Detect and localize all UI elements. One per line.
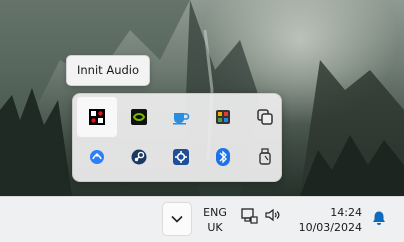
taskbar: ENG UK 14:24 10/03/2024 — [0, 196, 404, 242]
tray-tooltip: Innit Audio — [66, 55, 151, 86]
steam-icon[interactable] — [119, 137, 159, 177]
globe-network-icon[interactable] — [77, 137, 117, 177]
cup-icon[interactable] — [161, 97, 201, 137]
usb-drive-icon[interactable] — [245, 137, 285, 177]
language-code: ENG — [203, 206, 227, 219]
system-status-icons[interactable] — [240, 207, 280, 225]
notification-bell-icon[interactable] — [371, 210, 387, 230]
chevron-down-icon — [171, 215, 183, 223]
volume-icon — [265, 208, 280, 222]
nvidia-icon[interactable] — [119, 97, 159, 137]
innit-audio-icon[interactable] — [77, 97, 117, 137]
show-hidden-icons-button[interactable] — [162, 202, 192, 236]
ethernet-icon — [241, 208, 258, 224]
app-color-icon[interactable] — [203, 97, 243, 137]
multi-window-icon[interactable] — [245, 97, 285, 137]
clock-time: 14:24 — [330, 206, 362, 219]
gear-app-icon[interactable] — [161, 137, 201, 177]
clock-date: 10/03/2024 — [298, 221, 362, 234]
hidden-icons-flyout — [72, 93, 282, 182]
keyboard-layout: UK — [207, 221, 223, 234]
bluetooth-icon[interactable] — [203, 137, 243, 177]
language-indicator[interactable]: ENG UK — [199, 205, 231, 235]
clock[interactable]: 14:24 10/03/2024 — [298, 205, 362, 235]
